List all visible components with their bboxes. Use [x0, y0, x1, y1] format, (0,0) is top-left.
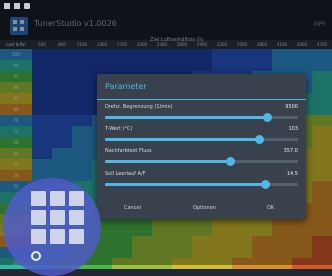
launcher-tile[interactable]	[50, 210, 65, 225]
status-square-icon	[14, 3, 20, 9]
idle-afr-slider[interactable]	[105, 180, 298, 189]
launcher-tile[interactable]	[31, 210, 46, 225]
launcher-tile[interactable]	[31, 229, 46, 244]
param-label: Soll Leerlauf A/F	[105, 171, 146, 177]
status-square-icon	[4, 3, 10, 9]
launcher-tile[interactable]	[69, 229, 84, 244]
param-t-value: T-Wert (°C) 103	[97, 126, 306, 150]
param-label: Drehz. Begrenzung (1/min)	[105, 104, 173, 110]
rpm-limit-slider[interactable]	[105, 113, 298, 122]
flow-slider[interactable]	[105, 157, 298, 166]
parameter-dialog: Parameter Drehz. Begrenzung (1/min) 9500…	[97, 74, 306, 219]
dialog-title: Parameter	[105, 82, 147, 91]
cancel-button[interactable]: Cancel	[124, 205, 141, 211]
param-label: T-Wert (°C)	[105, 126, 133, 132]
param-rpm-limit: Drehz. Begrenzung (1/min) 9500	[97, 104, 306, 128]
param-label: Nachfarbtest Fluss	[105, 148, 152, 154]
options-button[interactable]: Optionen	[193, 205, 216, 211]
status-camera-icon	[24, 3, 30, 9]
launcher-tile[interactable]	[69, 191, 84, 206]
ring-icon[interactable]	[31, 251, 41, 261]
dialog-divider	[97, 99, 306, 100]
param-value: 14.5	[286, 171, 298, 177]
param-value: 9500	[285, 104, 298, 110]
launcher-tile[interactable]	[50, 229, 65, 244]
slider-thumb[interactable]	[261, 180, 271, 189]
launcher-tile[interactable]	[69, 210, 84, 225]
launcher-tile[interactable]	[50, 191, 65, 206]
app-launcher-button[interactable]	[3, 178, 101, 276]
ok-button[interactable]: OK	[267, 205, 274, 211]
param-value: 357.0	[283, 148, 298, 154]
t-value-slider[interactable]	[105, 135, 298, 144]
slider-thumb[interactable]	[255, 135, 265, 144]
launcher-tile[interactable]	[31, 191, 46, 206]
slider-thumb[interactable]	[226, 157, 236, 166]
param-idle-afr: Soll Leerlauf A/F 14.5	[97, 171, 306, 195]
param-flow: Nachfarbtest Fluss 357.0	[97, 148, 306, 172]
slider-thumb[interactable]	[263, 113, 273, 122]
param-value: 103	[288, 126, 298, 132]
status-bar	[0, 0, 332, 12]
